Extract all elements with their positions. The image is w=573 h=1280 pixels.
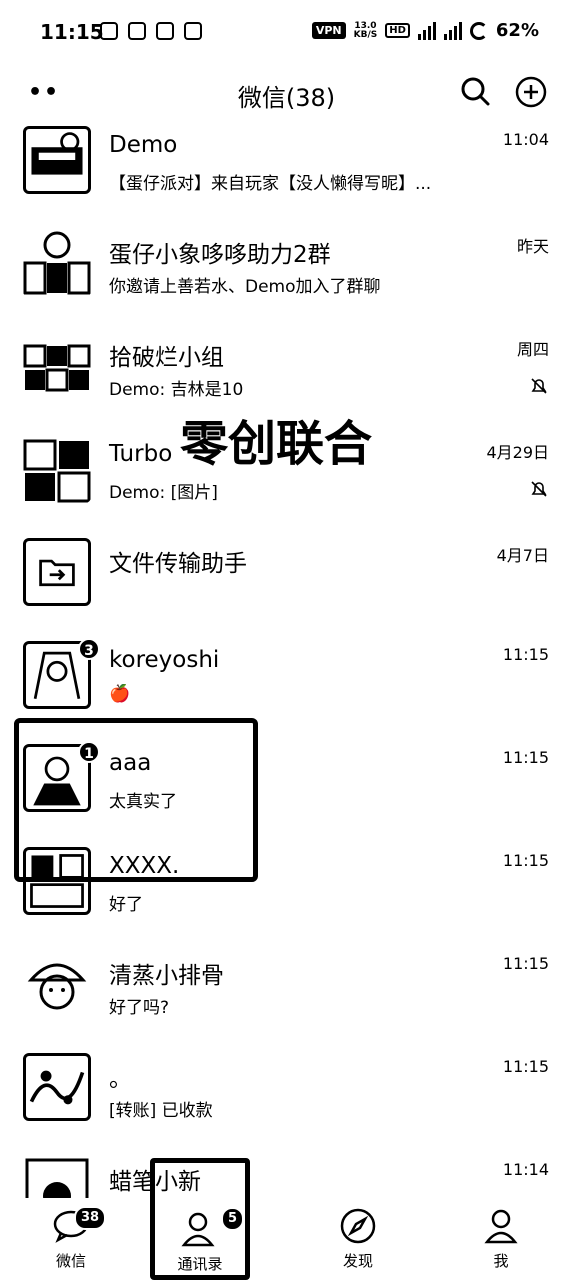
chat-time: 4月29日: [486, 443, 549, 462]
chat-preview: Demo: 吉林是10: [109, 380, 244, 400]
search-icon[interactable]: [460, 76, 490, 106]
signal-icon-2: [443, 21, 462, 40]
tiktok-icon: [128, 22, 146, 40]
person-icon: [484, 1209, 518, 1244]
chat-time: 11:14: [502, 1160, 549, 1179]
chat-name: 清蒸小排骨: [109, 963, 224, 989]
chat-item-dot[interactable]: 。 [转账] 已收款 11:15: [0, 1049, 573, 1152]
network-speed: 13.0 KB/S: [353, 20, 378, 40]
unread-badge: 5: [221, 1207, 245, 1231]
avatar: [23, 1053, 91, 1121]
chat-time: 昨天: [516, 237, 549, 256]
compass-icon: [340, 1208, 376, 1244]
tab-label: 通讯录: [177, 1255, 223, 1273]
tab-label: 我: [493, 1252, 509, 1270]
battery-icon: [469, 21, 488, 40]
tab-label: 微信: [55, 1252, 86, 1270]
chat-list[interactable]: Demo 【蛋仔派对】来自玩家【没人懒得写昵】... 11:04 蛋仔小象哆哆助…: [0, 122, 573, 1198]
chat-time: 11:15: [502, 1057, 549, 1076]
highlight-box: [14, 718, 258, 882]
chat-name: 蛋仔小象哆哆助力2群: [109, 242, 331, 268]
tab-chats[interactable]: 38 微信: [16, 1206, 126, 1276]
avatar: [23, 229, 91, 297]
chat-item-demo[interactable]: Demo 【蛋仔派对】来自玩家【没人懒得写昵】... 11:04: [0, 122, 573, 225]
avatar: [23, 1156, 91, 1198]
chat-time: 11:15: [502, 851, 549, 870]
chat-time: 周四: [516, 340, 549, 359]
watermark: 零创联合: [180, 416, 373, 472]
tab-discover[interactable]: 发现: [303, 1206, 413, 1276]
chat-name: koreyoshi: [109, 647, 220, 673]
chat-preview: 好了: [109, 895, 143, 915]
chat-time: 4月7日: [496, 546, 549, 565]
qq-icon: [184, 22, 202, 40]
avatar: [23, 126, 91, 194]
chat-time: 11:04: [502, 130, 549, 149]
avatar: [23, 435, 91, 503]
chat-item-file-transfer[interactable]: 文件传输助手 4月7日: [0, 534, 573, 637]
status-bar: 11:15 VPN 13.0 KB/S HD 62%: [0, 0, 573, 66]
contacts-icon: [181, 1212, 215, 1247]
chat-time: 11:15: [502, 748, 549, 767]
chat-preview: [转账] 已收款: [109, 1101, 213, 1121]
tab-contacts[interactable]: 5 通讯录: [150, 1158, 250, 1280]
mute-bell-icon: [531, 378, 547, 394]
tab-bar: 38 微信 5 通讯录 发现 我: [0, 1158, 573, 1280]
chat-name: 拾破烂小组: [109, 345, 224, 371]
tab-me[interactable]: 我: [446, 1206, 556, 1276]
app-header: •• 微信(38): [0, 66, 573, 122]
unread-badge: 3: [78, 638, 100, 660]
chat-preview: 【蛋仔派对】来自玩家【没人懒得写昵】...: [109, 174, 432, 194]
wechat-icon: [156, 22, 174, 40]
chat-preview: 好了吗?: [109, 998, 170, 1018]
avatar: [23, 950, 91, 1018]
signal-icon: [417, 21, 436, 40]
chat-item-crayon-shin[interactable]: 蜡笔小新 11:14: [0, 1152, 573, 1198]
hd-icon: HD: [385, 23, 410, 38]
chat-name: 文件传输助手: [109, 551, 247, 577]
chat-preview: 你邀请上善若水、Demo加入了群聊: [109, 277, 381, 297]
avatar: [23, 332, 91, 400]
notification-icons: [100, 22, 202, 40]
avatar: 3: [23, 638, 100, 709]
mute-bell-icon: [531, 481, 547, 497]
status-right: VPN 13.0 KB/S HD 62%: [311, 20, 539, 41]
tab-label: 发现: [342, 1252, 373, 1270]
chat-time: 11:15: [502, 954, 549, 973]
chat-name: Demo: [109, 132, 178, 158]
vpn-badge: VPN: [311, 22, 346, 39]
chat-preview: Demo: [图片]: [109, 483, 218, 503]
chat-item-steamed-ribs[interactable]: 清蒸小排骨 好了吗? 11:15: [0, 946, 573, 1049]
chat-item-group[interactable]: 蛋仔小象哆哆助力2群 你邀请上善若水、Demo加入了群聊 昨天: [0, 225, 573, 328]
avatar: [23, 538, 91, 606]
add-icon[interactable]: [515, 76, 547, 108]
chat-name: 。: [109, 1066, 132, 1092]
status-time: 11:15: [40, 20, 104, 44]
chat-name: Turbo: [109, 441, 173, 467]
chat-preview: 🍎: [109, 684, 131, 704]
unread-badge: 38: [74, 1206, 107, 1230]
chat-time: 11:15: [502, 645, 549, 664]
app-notification-icon: [100, 22, 118, 40]
battery-level: 62%: [495, 20, 539, 41]
